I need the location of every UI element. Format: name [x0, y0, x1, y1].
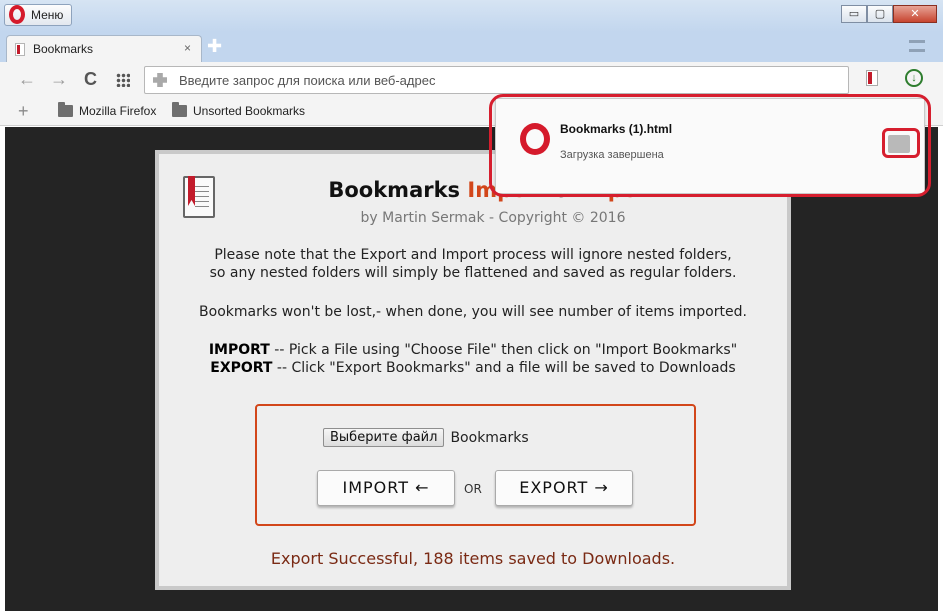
tab-strip: Bookmarks ×	[0, 32, 943, 62]
import-export-panel: Выберите файл Bookmarks IMPORT ← OR EXPO…	[255, 404, 696, 526]
download-icon[interactable]: ↓	[905, 69, 923, 87]
chosen-file-name: Bookmarks	[450, 429, 529, 446]
bookmark-folder-mozilla-firefox[interactable]: Mozilla Firefox	[58, 102, 157, 118]
menu-label: Меню	[31, 8, 64, 22]
back-arrow-icon[interactable]: ←	[18, 69, 36, 90]
page-viewport: Bookmarks Import & Export by Martin Serm…	[5, 127, 938, 611]
minimize-button[interactable]: ▭	[841, 5, 867, 23]
folder-icon	[172, 102, 187, 117]
opera-logo-icon	[520, 123, 550, 155]
note-lost-paragraph: Bookmarks won't be lost,- when done, you…	[199, 304, 747, 320]
speed-dial-grid-icon[interactable]	[116, 73, 130, 87]
download-popup: Bookmarks (1).html Загрузка завершена	[495, 98, 925, 194]
folder-icon	[58, 102, 73, 117]
browser-window: Меню ▭ ▢ ✕ Bookmarks × ✚ ← → C Введите з…	[0, 0, 943, 614]
success-message: Export Successful, 188 items saved to Do…	[270, 549, 676, 568]
choose-file-button[interactable]: Выберите файл	[323, 428, 445, 447]
instructions-paragraph: IMPORT -- Pick a File using "Choose File…	[208, 342, 738, 376]
maximize-button[interactable]: ▢	[867, 5, 893, 23]
address-bar[interactable]: Введите запрос для поиска или веб-адрес	[144, 66, 849, 94]
note-paragraph: Please note that the Export and Import p…	[209, 247, 737, 281]
extension-card: Bookmarks Import & Export by Martin Serm…	[155, 150, 791, 590]
navigation-toolbar: ← → C Введите запрос для поиска или веб-…	[0, 62, 943, 98]
close-window-button[interactable]: ✕	[893, 5, 937, 23]
bookmark-folder-label: Unsorted Bookmarks	[193, 104, 306, 118]
title-bar: Меню ▭ ▢ ✕	[0, 0, 943, 32]
opera-menu-button[interactable]: Меню	[4, 4, 73, 26]
window-controls: ▭ ▢ ✕	[841, 5, 937, 23]
extension-puzzle-icon	[153, 73, 167, 87]
download-filename[interactable]: Bookmarks (1).html	[560, 122, 672, 136]
tab-bookmarks[interactable]: Bookmarks ×	[6, 35, 202, 62]
tab-label: Bookmarks	[33, 42, 94, 56]
extension-subtitle: by Martin Sermak - Copyright © 2016	[360, 210, 626, 226]
tab-menu-icon[interactable]	[909, 40, 925, 52]
address-placeholder: Введите запрос для поиска или веб-адрес	[179, 73, 436, 88]
download-status: Загрузка завершена	[560, 149, 664, 161]
new-tab-plus-icon[interactable]: ✚	[207, 36, 222, 57]
file-chooser: Выберите файл Bookmarks	[323, 428, 529, 447]
bookmarks-extension-icon[interactable]	[866, 70, 878, 86]
tab-close-icon[interactable]: ×	[184, 41, 191, 55]
open-folder-icon[interactable]	[888, 135, 910, 153]
or-label: OR	[464, 482, 482, 496]
reload-icon[interactable]: C	[84, 69, 97, 90]
opera-logo-icon	[9, 5, 25, 24]
bookmark-folder-label: Mozilla Firefox	[79, 104, 157, 118]
import-button[interactable]: IMPORT ←	[317, 470, 455, 506]
bookmark-favicon-icon	[15, 43, 25, 56]
forward-arrow-icon[interactable]: →	[50, 69, 68, 90]
bookmark-folder-unsorted[interactable]: Unsorted Bookmarks	[172, 102, 306, 118]
add-bookmark-plus-icon[interactable]: +	[18, 101, 29, 122]
export-button[interactable]: EXPORT →	[495, 470, 633, 506]
